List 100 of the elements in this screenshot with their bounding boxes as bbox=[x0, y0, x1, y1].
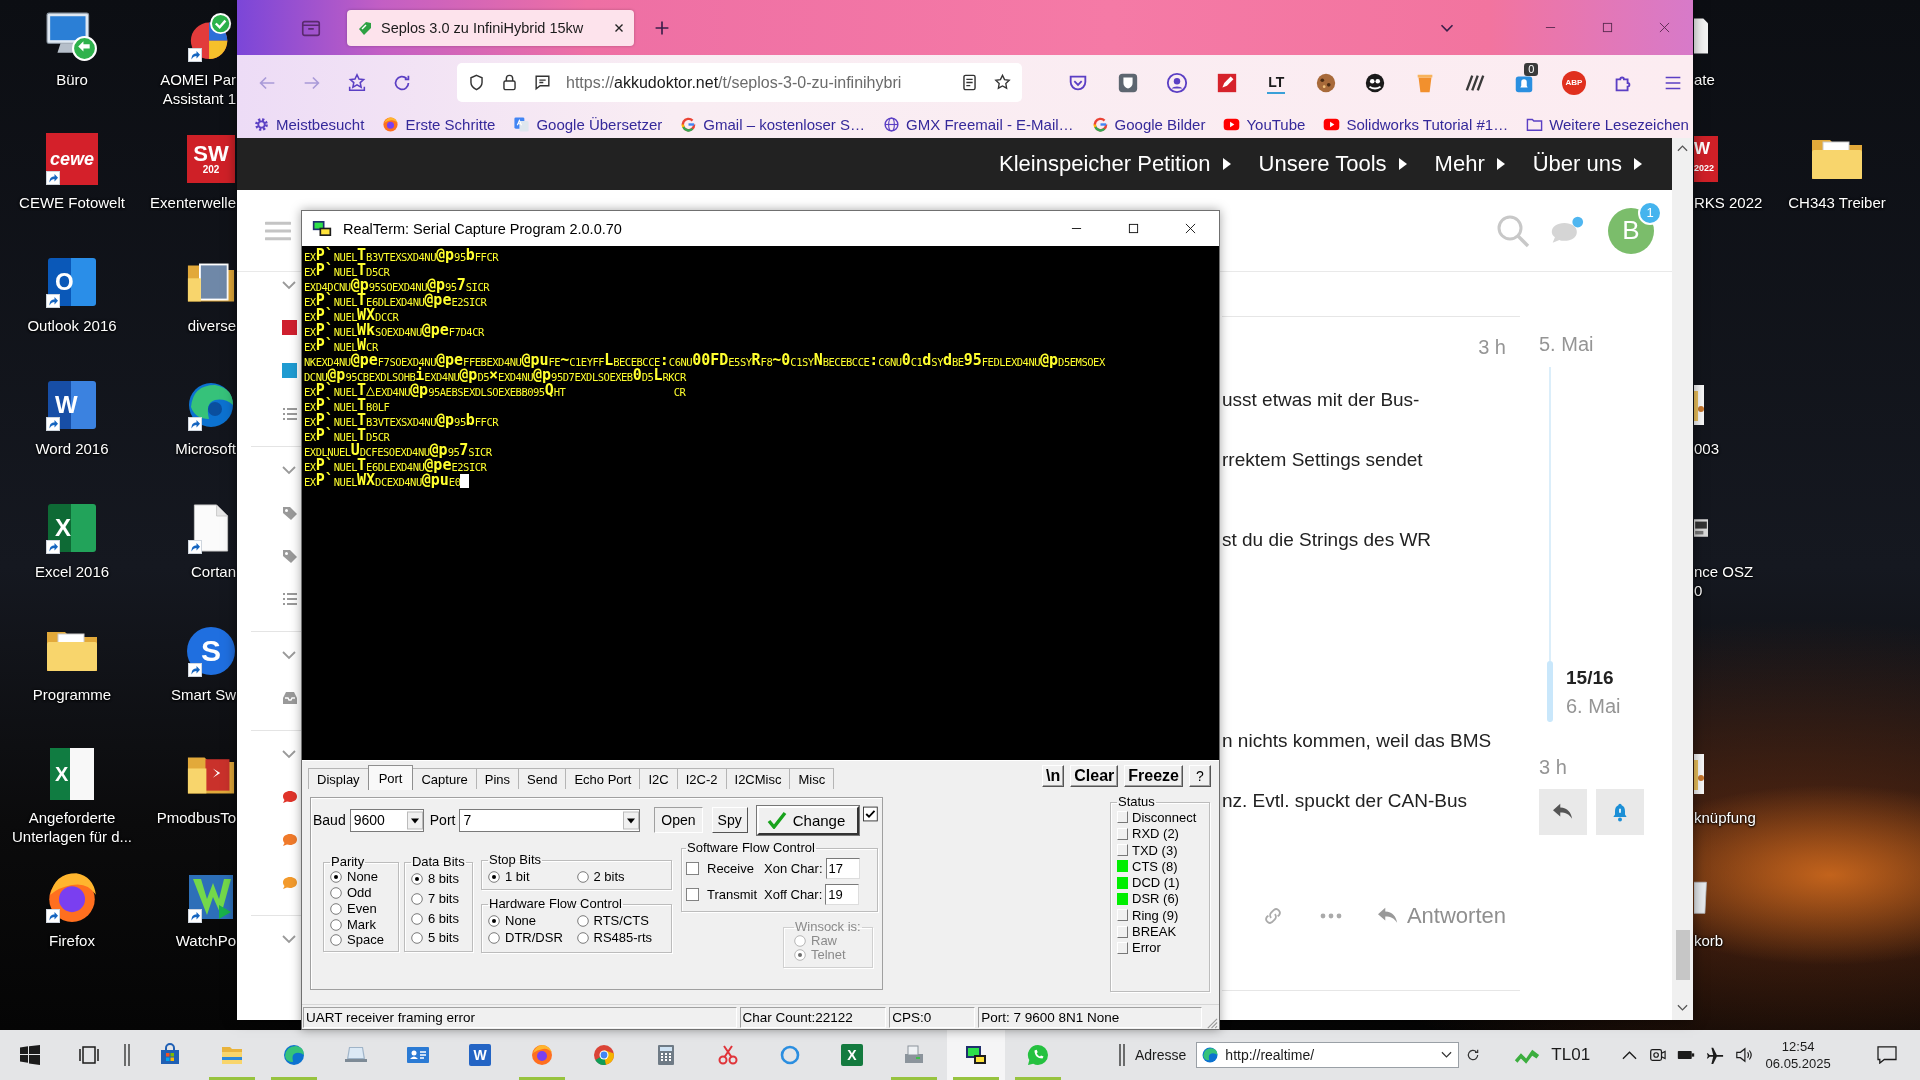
taskbar-app-button[interactable] bbox=[947, 1030, 1005, 1080]
desktop-shortcut[interactable]: AOMEI Par Assistant 1 bbox=[160, 8, 236, 108]
desktop-shortcut[interactable]: 003 bbox=[1694, 377, 1720, 458]
desktop-shortcut[interactable]: O Outlook 2016 bbox=[27, 254, 117, 335]
radio-option[interactable]: RS485-rts bbox=[576, 931, 665, 946]
input-field[interactable]: 17 bbox=[825, 858, 860, 880]
desktop-shortcut[interactable]: S Smart Sw bbox=[171, 623, 236, 704]
timeline-handle[interactable] bbox=[1547, 661, 1553, 722]
nav-link[interactable]: Unsere Tools bbox=[1258, 151, 1407, 177]
desktop-shortcut[interactable]: W 2022 RKS 2022 bbox=[1694, 131, 1763, 212]
chevron-icon[interactable] bbox=[282, 748, 296, 759]
desktop-shortcut[interactable]: Firefox bbox=[44, 869, 100, 950]
camera-icon[interactable] bbox=[1648, 1046, 1667, 1064]
resize-grip-icon[interactable] bbox=[1205, 1016, 1218, 1029]
desktop-shortcut[interactable]: ate bbox=[1694, 8, 1715, 89]
timeline-track[interactable] bbox=[1549, 367, 1551, 722]
desktop-shortcut[interactable]: Programme bbox=[32, 623, 112, 704]
scroll-down-icon[interactable] bbox=[1677, 1004, 1688, 1012]
change-button[interactable]: Change bbox=[756, 805, 860, 835]
desktop-shortcut[interactable]: X Excel 2016 bbox=[34, 500, 110, 581]
radio-option[interactable]: 1 bit bbox=[488, 870, 577, 885]
radio-option[interactable]: 5 bits bbox=[410, 931, 466, 946]
toolbar-button[interactable]: ? bbox=[1189, 765, 1211, 788]
port-button[interactable]: Spy bbox=[711, 807, 748, 834]
radio-option[interactable]: Even bbox=[330, 901, 392, 916]
baud-dropdown[interactable]: 9600 bbox=[349, 808, 424, 832]
airplane-icon[interactable] bbox=[1706, 1046, 1725, 1064]
address-field[interactable]: http://realtime/ bbox=[1196, 1042, 1460, 1068]
desktop-shortcut[interactable]: nce OSZ 0 bbox=[1694, 500, 1754, 600]
nav-link[interactable]: Mehr bbox=[1434, 151, 1505, 177]
radio-option[interactable]: None bbox=[330, 870, 392, 885]
speaker-icon[interactable] bbox=[1735, 1046, 1754, 1064]
nav-link[interactable]: Über uns bbox=[1532, 151, 1642, 177]
radio-option[interactable]: None bbox=[488, 914, 577, 929]
chevron-icon[interactable] bbox=[282, 279, 296, 290]
radio-option[interactable]: Mark bbox=[330, 917, 392, 932]
toolbar-button[interactable]: \n bbox=[1042, 765, 1065, 788]
tab[interactable]: Display bbox=[308, 768, 369, 790]
tab[interactable]: Misc bbox=[789, 768, 835, 790]
bookmark[interactable]: GMX Freemail - E-Mail… bbox=[883, 115, 1074, 133]
checkbox-option[interactable]: Transmit bbox=[686, 887, 764, 903]
browser-tab[interactable]: Seplos 3.0 zu InfiniHybrid 15kw bbox=[347, 9, 634, 46]
radio-option[interactable]: 6 bits bbox=[410, 911, 466, 926]
toolbar-button[interactable]: Freeze bbox=[1124, 765, 1183, 788]
nav-link[interactable]: Kleinspeicher Petition bbox=[999, 151, 1231, 177]
radio-option[interactable]: 7 bits bbox=[410, 891, 466, 906]
tab[interactable]: Capture bbox=[412, 768, 477, 790]
bookmark[interactable]: Google Übersetzer bbox=[513, 115, 663, 133]
desktop-shortcut[interactable]: Cortan bbox=[186, 500, 236, 581]
desktop-shortcut[interactable]: W Word 2016 bbox=[35, 377, 109, 458]
scroll-up-icon[interactable] bbox=[1677, 144, 1688, 152]
radio-option[interactable]: 8 bits bbox=[410, 872, 466, 887]
checkbox[interactable] bbox=[863, 806, 878, 823]
extension-button[interactable]: 0 bbox=[1504, 64, 1545, 101]
bookmark[interactable]: Weitere Lesezeichen bbox=[1526, 115, 1689, 133]
desktop-shortcut[interactable]: diverse bbox=[186, 254, 236, 335]
desktop-shortcut[interactable]: WatchPo bbox=[175, 869, 236, 950]
toolbar-button[interactable]: Clear bbox=[1070, 765, 1119, 788]
desktop-shortcut[interactable]: PmodbusTo bbox=[156, 746, 236, 827]
checkbox-option[interactable]: Receive bbox=[686, 861, 764, 877]
bookmark[interactable]: YouTube bbox=[1223, 115, 1306, 133]
desktop-shortcut[interactable]: X Angeforderte Unterlagen für d... bbox=[11, 746, 133, 846]
tab[interactable]: Port bbox=[367, 765, 414, 791]
star-icon[interactable] bbox=[992, 73, 1012, 92]
chevron-icon[interactable] bbox=[282, 464, 296, 475]
bookmark[interactable]: Erste Schritte bbox=[382, 115, 496, 133]
input-field[interactable]: 19 bbox=[825, 884, 860, 906]
scroll-thumb[interactable] bbox=[1675, 930, 1690, 980]
caret-icon[interactable] bbox=[1441, 1051, 1453, 1059]
desktop-shortcut[interactable]: SW 202 Exenterwelle bbox=[150, 131, 236, 212]
desktop-shortcut[interactable]: korb bbox=[1694, 869, 1724, 950]
reply-button[interactable] bbox=[1539, 789, 1587, 835]
more-button[interactable] bbox=[1318, 912, 1343, 920]
extension-button[interactable]: ABP bbox=[1553, 64, 1594, 101]
bookmark[interactable]: Meistbesucht bbox=[253, 115, 365, 133]
radio-option[interactable]: Odd bbox=[330, 886, 392, 900]
port-dropdown[interactable]: 7 bbox=[459, 808, 641, 832]
taskbar-app-button[interactable]: X bbox=[823, 1030, 881, 1080]
port-button[interactable]: Open bbox=[654, 807, 703, 834]
chevron-up-icon[interactable] bbox=[1622, 1050, 1638, 1060]
tray-label[interactable]: TL01 bbox=[1551, 1045, 1591, 1065]
radio-option[interactable]: RTS/CTS bbox=[576, 914, 665, 929]
desktop-shortcut[interactable]: Büro bbox=[44, 8, 100, 89]
scrollbar[interactable] bbox=[1672, 138, 1693, 1020]
notification-button[interactable] bbox=[1596, 789, 1644, 835]
desktop-shortcut[interactable]: CH343 Treiber bbox=[1788, 131, 1886, 212]
radio-option[interactable]: Space bbox=[330, 933, 392, 948]
address-bar[interactable]: https://akkudoktor.net/t/seplos-3-0-zu-infinihybri bbox=[457, 63, 1022, 102]
chevron-icon[interactable] bbox=[282, 649, 296, 660]
bookmark[interactable]: Solidworks Tutorial #1… bbox=[1323, 115, 1509, 133]
taskbar-app-button[interactable]: W bbox=[451, 1030, 509, 1080]
bookmark[interactable]: Google Bilder bbox=[1091, 115, 1206, 133]
extension-button[interactable]: LT bbox=[1256, 64, 1297, 101]
desktop-shortcut[interactable]: Microsoft bbox=[175, 377, 236, 458]
notification-icon[interactable] bbox=[1877, 1046, 1898, 1064]
radio-option[interactable]: 2 bits bbox=[576, 870, 665, 885]
radio-option[interactable]: DTR/DSR bbox=[488, 931, 577, 946]
desktop-shortcut[interactable]: knüpfung bbox=[1694, 746, 1756, 827]
desktop-shortcut[interactable]: cewe CEWE Fotowelt bbox=[19, 131, 125, 212]
clock[interactable]: 12:54 06.05.2025 bbox=[1767, 1038, 1830, 1072]
